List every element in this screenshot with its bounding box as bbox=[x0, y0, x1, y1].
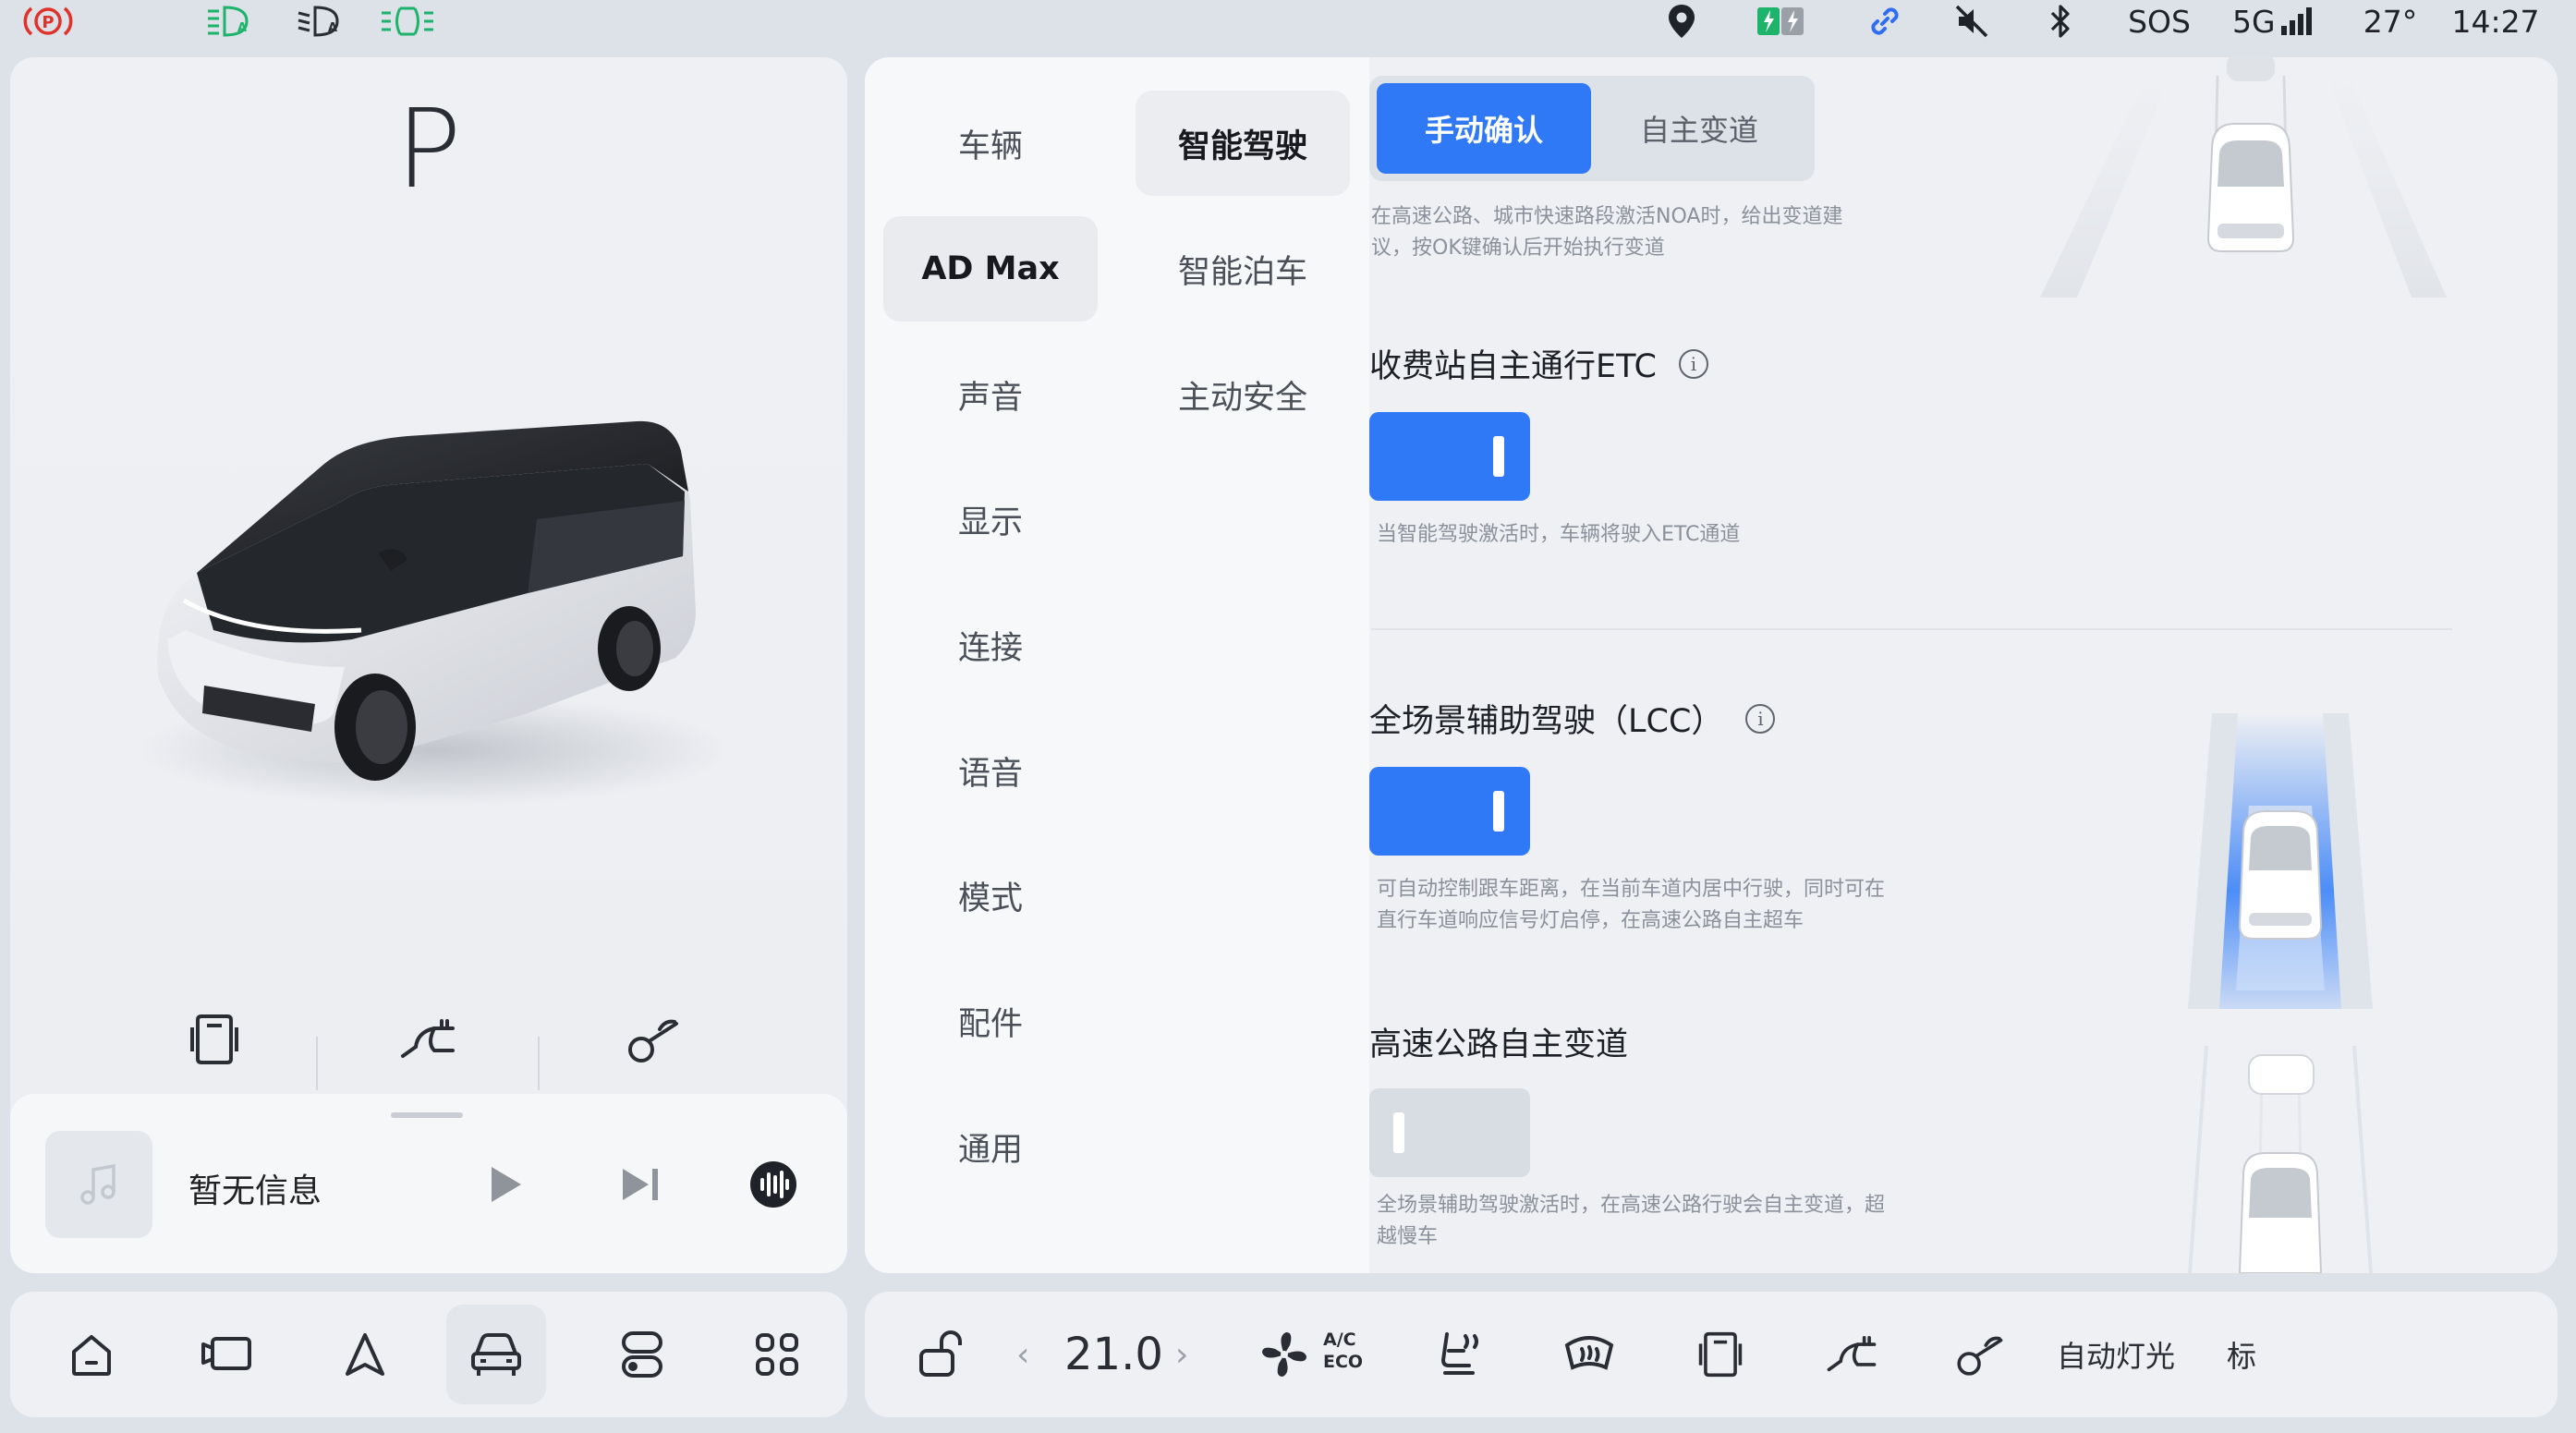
ac-label: A/C bbox=[1323, 1330, 1356, 1350]
submenu-smart-driving[interactable]: 智能驾驶 bbox=[1136, 91, 1350, 196]
dock-right: ‹ 21.0 › A/C ECO 自动灯光 标 bbox=[865, 1292, 2558, 1417]
auto-light-button[interactable]: 自动灯光 bbox=[2057, 1319, 2175, 1390]
lane-change-mode-selector: 手动确认 自主变道 bbox=[1369, 76, 1815, 181]
auto-headlight-icon: A bbox=[296, 0, 344, 43]
settings-panel: 车辆 AD Max 声音 显示 连接 语音 模式 配件 通用 智能驾驶 智能泊车… bbox=[865, 57, 2558, 1273]
ac-eco-indicator[interactable]: A/C ECO bbox=[1323, 1329, 1363, 1373]
outside-temperature: 27° bbox=[2363, 3, 2418, 40]
menu-mode[interactable]: 模式 bbox=[883, 843, 1098, 948]
mute-icon bbox=[1951, 0, 1992, 43]
fuel-door-icon[interactable] bbox=[620, 1007, 685, 1072]
manual-confirm-option[interactable]: 手动确认 bbox=[1377, 83, 1591, 174]
sos-label[interactable]: SOS bbox=[2121, 0, 2197, 43]
network-indicator: 5G bbox=[2232, 0, 2323, 43]
svg-text:A: A bbox=[237, 21, 247, 35]
menu-display[interactable]: 显示 bbox=[883, 467, 1098, 572]
etc-description: 当智能驾驶激活时，车辆将驶入ETC通道 bbox=[1377, 523, 1741, 546]
bluetooth-icon bbox=[2042, 0, 2079, 43]
etc-section-title: 收费站自主通行ETC i bbox=[1369, 340, 1708, 387]
fan-icon[interactable] bbox=[1249, 1319, 1319, 1390]
menu-general[interactable]: 通用 bbox=[883, 1094, 1098, 1199]
eco-label: ECO bbox=[1323, 1352, 1364, 1372]
settings-content: 手动确认 自主变道 在高速公路、城市快速路段激活NOA时，给出变道建 议，按OK… bbox=[1369, 57, 2558, 1273]
dock-fade bbox=[2253, 1292, 2558, 1417]
menu-vehicle[interactable]: 车辆 bbox=[883, 91, 1098, 196]
lcc-description: 可自动控制跟车距离，在当前车道内居中行驶，同时可在 直行车道响应信号灯启停，在高… bbox=[1377, 878, 1886, 932]
unlock-icon[interactable] bbox=[905, 1319, 976, 1390]
drag-handle[interactable] bbox=[391, 1112, 463, 1118]
play-icon[interactable] bbox=[478, 1157, 533, 1212]
highway-lane-change-description: 全场景辅助驾驶激活时，在高速公路行驶会自主变道，超 越慢车 bbox=[1377, 1194, 1886, 1248]
charge-port-icon[interactable] bbox=[1817, 1319, 1887, 1390]
svg-text:P: P bbox=[42, 13, 54, 32]
svg-text:A: A bbox=[328, 21, 337, 35]
etc-toggle[interactable] bbox=[1369, 412, 1530, 501]
lcc-illustration bbox=[2188, 713, 2373, 1009]
media-player: 暂无信息 bbox=[10, 1094, 847, 1273]
status-bar: P A A SOS 5G 27° 14:27 bbox=[0, 0, 2576, 46]
voice-wave-icon[interactable] bbox=[746, 1157, 801, 1212]
lcc-toggle[interactable] bbox=[1369, 767, 1530, 856]
navigation-icon[interactable] bbox=[330, 1319, 400, 1390]
signal-icon bbox=[2280, 7, 2312, 35]
highway-lane-change-title: 高速公路自主变道 bbox=[1369, 1026, 1629, 1063]
next-track-icon[interactable] bbox=[613, 1157, 668, 1212]
temp-decrease-icon[interactable]: ‹ bbox=[1016, 1319, 1029, 1390]
location-icon bbox=[1663, 0, 1700, 43]
lcc-title: 全场景辅助驾驶（LCC） bbox=[1369, 703, 1724, 740]
menu-accessories[interactable]: 配件 bbox=[883, 968, 1098, 1074]
info-icon[interactable]: i bbox=[1745, 703, 1776, 734]
media-title: 暂无信息 bbox=[188, 1172, 322, 1210]
section-divider bbox=[1371, 628, 2452, 630]
music-note-icon bbox=[80, 1163, 115, 1205]
parking-brake-icon: P bbox=[20, 0, 76, 43]
album-art[interactable] bbox=[45, 1131, 152, 1238]
menu-sound[interactable]: 声音 bbox=[883, 342, 1098, 447]
app-grid-icon[interactable] bbox=[742, 1319, 812, 1390]
gear-indicator: P bbox=[395, 85, 462, 213]
screen-cast-icon[interactable] bbox=[192, 1319, 262, 1390]
vehicle-panel: P 暂无信息 bbox=[10, 57, 847, 1273]
submenu-smart-parking[interactable]: 智能泊车 bbox=[1136, 216, 1350, 322]
auto-high-beam-icon: A bbox=[205, 0, 253, 43]
clock: 14:27 bbox=[2451, 3, 2540, 40]
highway-illustration bbox=[2188, 1045, 2373, 1273]
door-lock-icon[interactable] bbox=[1685, 1319, 1756, 1390]
info-icon[interactable]: i bbox=[1678, 348, 1708, 379]
submenu-active-safety[interactable]: 主动安全 bbox=[1136, 342, 1350, 447]
menu-ad-max[interactable]: AD Max bbox=[883, 216, 1098, 322]
dock-left bbox=[10, 1292, 847, 1417]
position-light-icon bbox=[379, 0, 436, 43]
etc-title: 收费站自主通行ETC bbox=[1369, 348, 1657, 385]
menu-voice[interactable]: 语音 bbox=[883, 718, 1098, 823]
apps-switch-icon[interactable] bbox=[607, 1319, 677, 1390]
lane-change-mode-description: 在高速公路、城市快速路段激活NOA时，给出变道建 议，按OK键确认后开始执行变道 bbox=[1371, 205, 1843, 260]
vehicle-icon[interactable] bbox=[446, 1305, 546, 1404]
door-lock-icon[interactable] bbox=[182, 1007, 247, 1072]
menu-connect[interactable]: 连接 bbox=[883, 592, 1098, 698]
rear-defrost-icon[interactable] bbox=[1554, 1319, 1624, 1390]
fuel-door-icon[interactable] bbox=[1944, 1319, 2014, 1390]
lcc-section-title: 全场景辅助驾驶（LCC） i bbox=[1369, 695, 1776, 742]
temp-increase-icon[interactable]: › bbox=[1175, 1319, 1188, 1390]
link-icon bbox=[1865, 0, 1905, 43]
network-label: 5G bbox=[2232, 3, 2276, 40]
auto-lane-change-option[interactable]: 自主变道 bbox=[1591, 83, 1807, 174]
home-icon[interactable] bbox=[56, 1319, 127, 1390]
seat-heat-icon[interactable] bbox=[1425, 1319, 1495, 1390]
vehicle-image bbox=[130, 362, 731, 809]
cabin-temperature: 21.0 bbox=[1064, 1329, 1163, 1380]
lane-change-illustration bbox=[2040, 57, 2447, 298]
battery-charging-icon bbox=[1756, 0, 1807, 43]
charge-port-icon[interactable] bbox=[395, 1007, 460, 1072]
highway-lane-change-toggle[interactable] bbox=[1369, 1088, 1530, 1177]
